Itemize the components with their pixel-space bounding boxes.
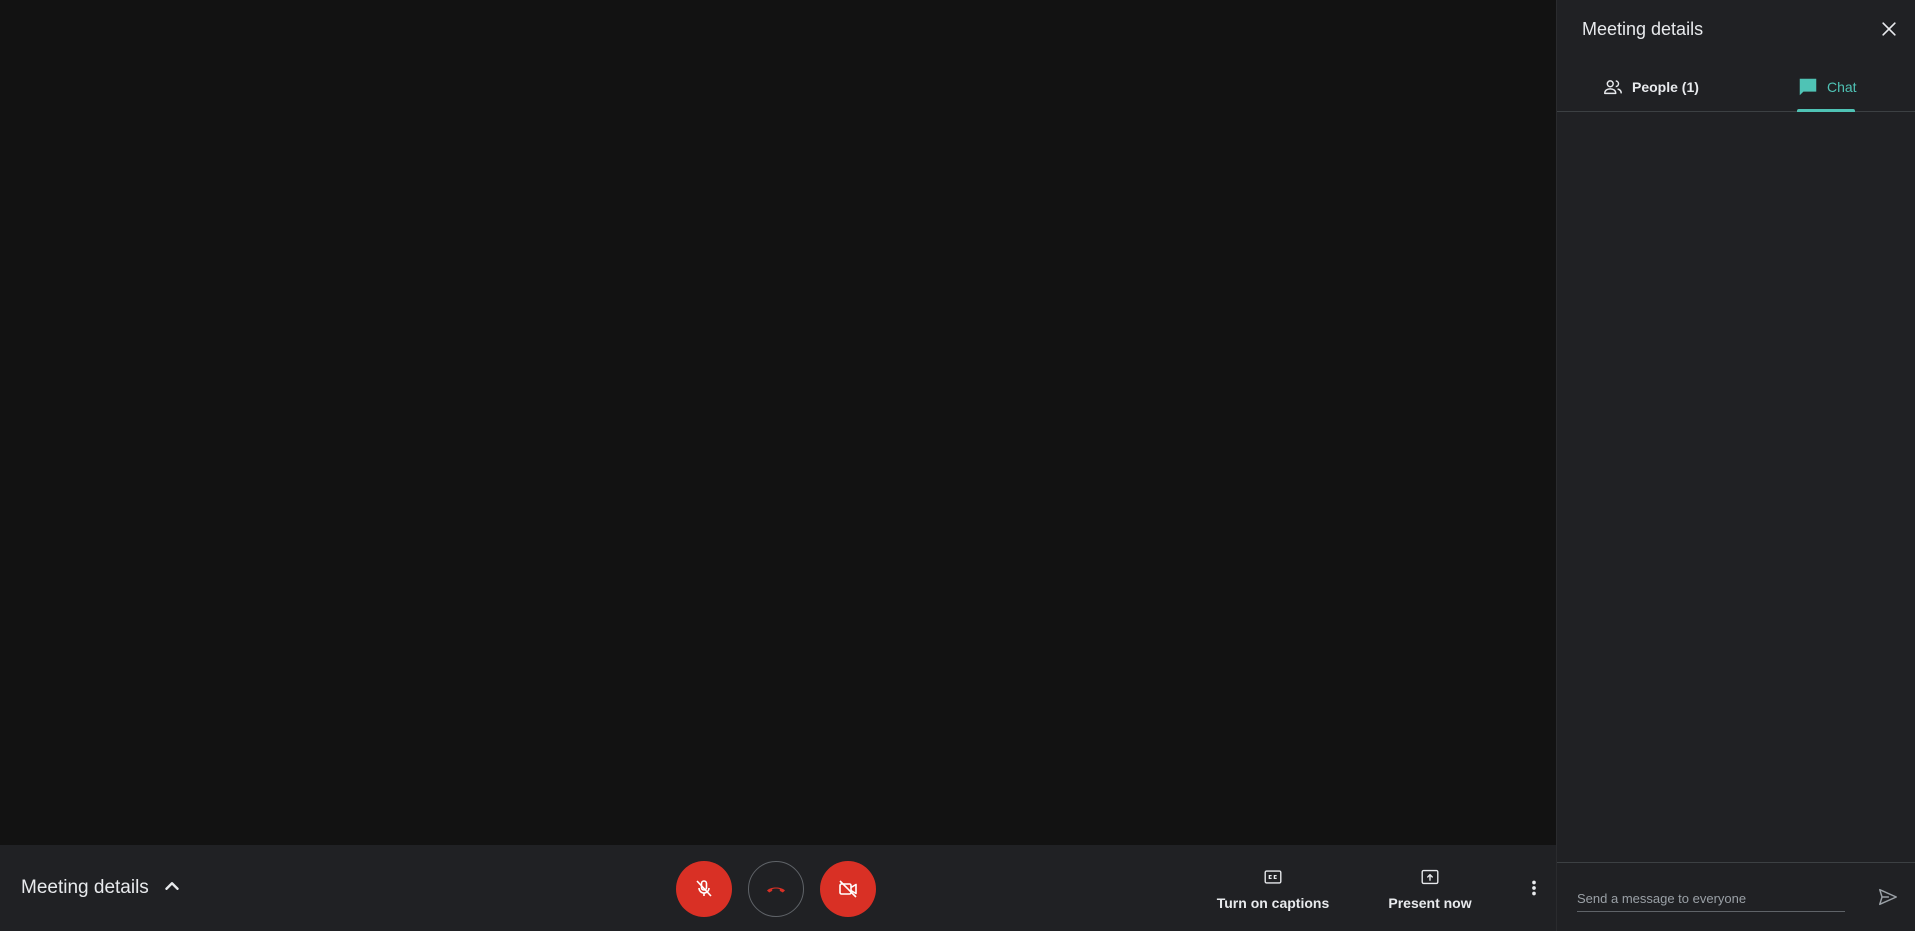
more-vertical-icon <box>1523 877 1545 899</box>
present-now-label: Present now <box>1388 894 1472 911</box>
leave-call-button[interactable] <box>748 861 804 917</box>
meeting-details-panel: Meeting details People (1) Chat <box>1556 0 1915 931</box>
panel-header: Meeting details <box>1582 0 1703 58</box>
close-icon <box>1879 19 1899 39</box>
camera-toggle-button[interactable] <box>820 861 876 917</box>
chat-icon <box>1797 76 1819 98</box>
bottom-toolbar: Meeting details Turn on captions Present… <box>0 845 1556 931</box>
mic-off-icon <box>692 877 716 901</box>
closed-captions-icon <box>1262 866 1284 888</box>
people-icon <box>1602 76 1624 98</box>
chevron-up-icon <box>161 875 183 902</box>
video-stage <box>0 0 1556 845</box>
captions-label: Turn on captions <box>1216 894 1330 911</box>
panel-title: Meeting details <box>1582 18 1704 39</box>
secondary-controls: Turn on captions Present now <box>1198 845 1556 931</box>
call-controls <box>676 861 876 917</box>
close-panel-button[interactable] <box>1877 17 1901 41</box>
present-now-button[interactable]: Present now <box>1365 866 1495 911</box>
tab-chat[interactable]: Chat <box>1797 62 1857 112</box>
more-options-button[interactable] <box>1518 858 1550 918</box>
panel-tabs: People (1) Chat <box>1557 62 1915 112</box>
chat-messages-area <box>1557 112 1915 862</box>
hang-up-icon <box>764 877 788 901</box>
send-message-button[interactable] <box>1874 883 1902 911</box>
microphone-toggle-button[interactable] <box>676 861 732 917</box>
present-screen-icon <box>1419 866 1441 888</box>
meeting-details-toggle[interactable]: Meeting details <box>21 845 183 931</box>
tab-people[interactable]: People (1) <box>1602 62 1699 111</box>
message-composer <box>1557 862 1915 931</box>
captions-button[interactable]: Turn on captions <box>1198 866 1348 911</box>
message-input[interactable] <box>1577 885 1845 912</box>
send-icon <box>1877 886 1899 908</box>
tab-people-label: People (1) <box>1632 78 1699 95</box>
tab-chat-label: Chat <box>1827 78 1857 95</box>
camera-off-icon <box>836 877 860 901</box>
meeting-details-label: Meeting details <box>21 877 149 898</box>
